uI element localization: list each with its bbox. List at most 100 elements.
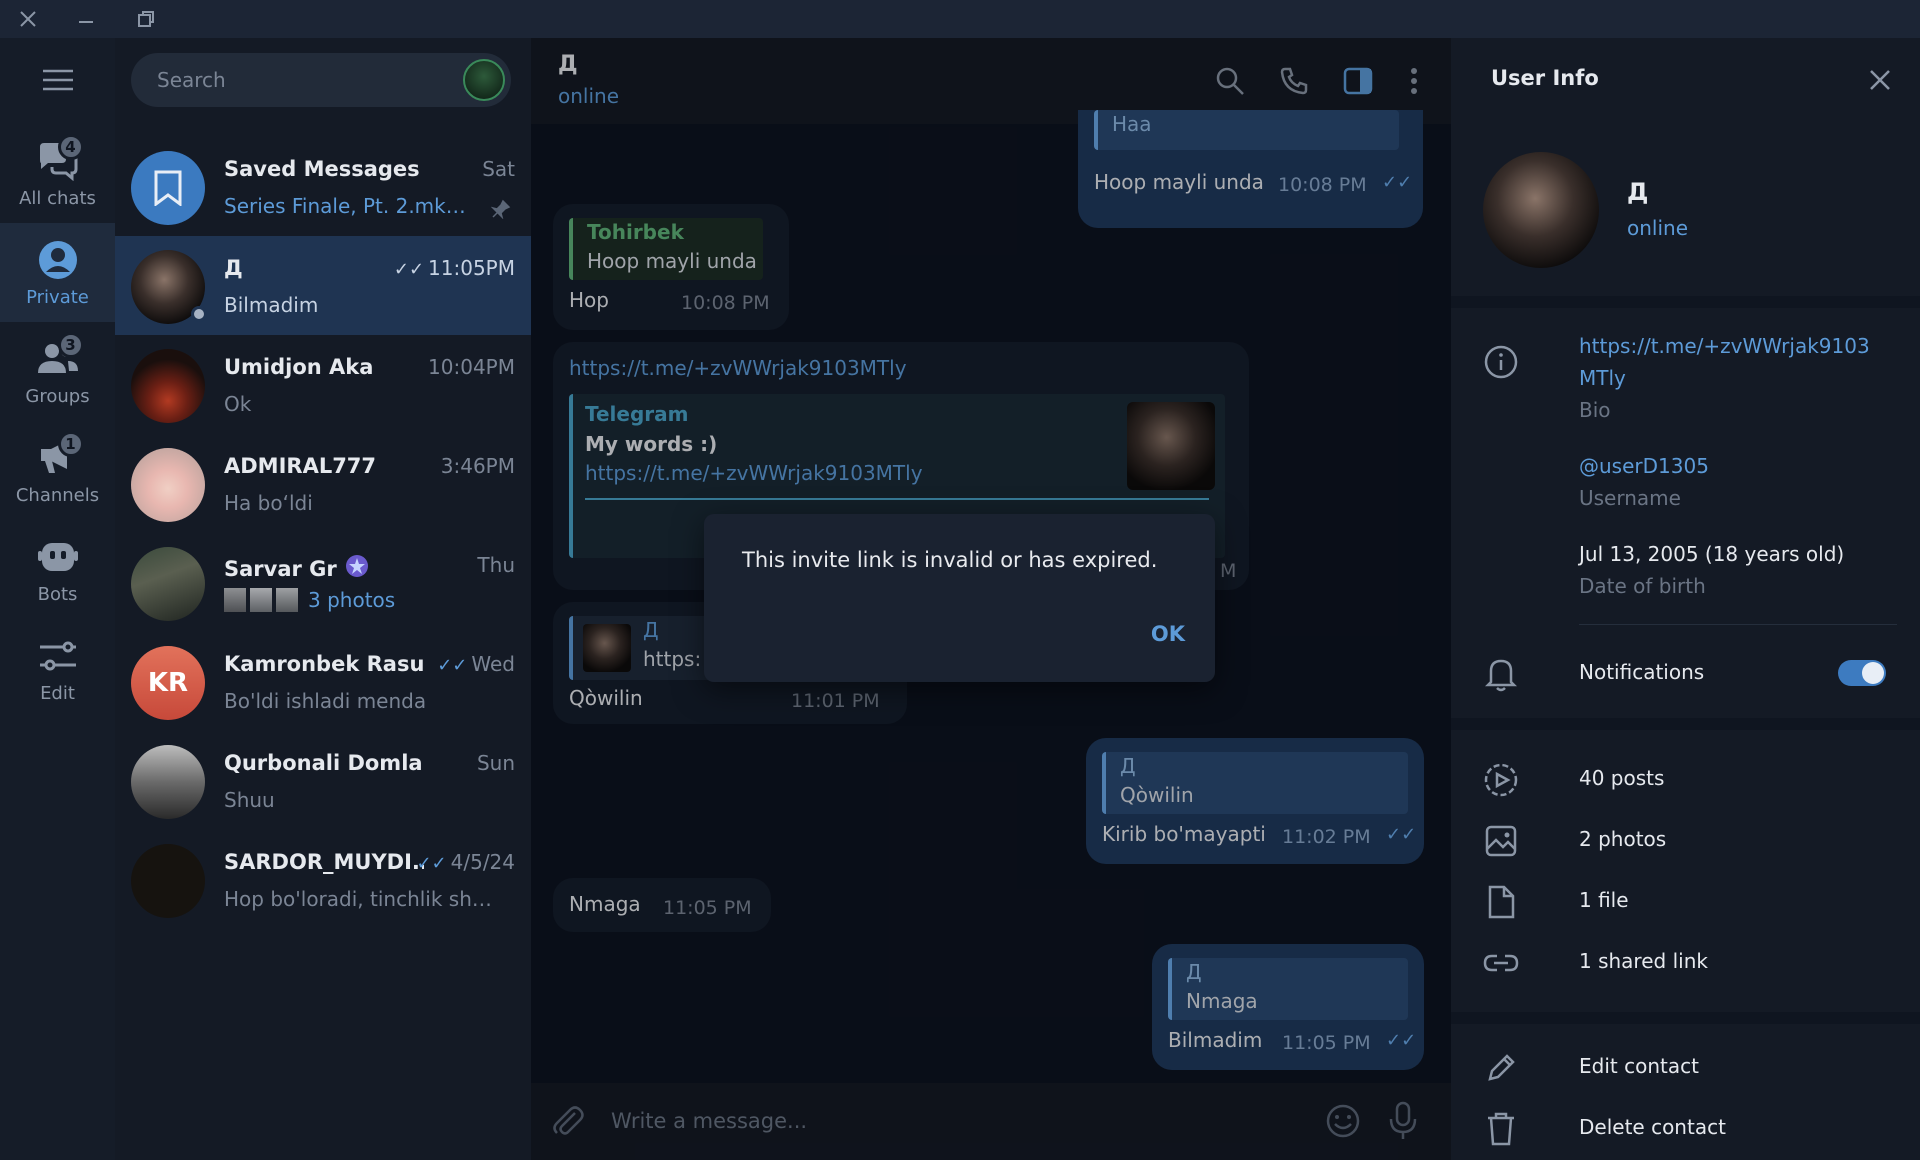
folder-edit[interactable]: Edit xyxy=(0,619,115,718)
chat-row-admiral777[interactable]: ADMIRAL777 3:46PM Ha bo‘ldi xyxy=(115,434,531,533)
folder-all-chats[interactable]: 4 All chats xyxy=(0,124,115,223)
photo-thumb xyxy=(276,588,298,612)
chat-name: Umidjon Aka xyxy=(224,355,374,379)
error-dialog: This invite link is invalid or has expir… xyxy=(704,514,1215,682)
close-window-button[interactable] xyxy=(0,0,56,38)
restore-window-button[interactable] xyxy=(118,0,174,38)
chat-row-d[interactable]: Д ✓✓ 11:05PM Bilmadim xyxy=(115,236,531,335)
files-count: 1 file xyxy=(1579,888,1629,912)
main-menu-button[interactable] xyxy=(0,38,115,122)
profile-status: online xyxy=(1627,216,1689,240)
double-check-icon: ✓✓ xyxy=(393,259,425,280)
unread-badge: 1 xyxy=(57,431,84,457)
chat-row-sardor[interactable]: SARDOR_MUYDI... ✓✓ 4/5/24 Hop bo'loradi, … xyxy=(115,830,531,929)
birthday-label: Date of birth xyxy=(1579,574,1706,598)
chat-row-sarvar-gr[interactable]: Sarvar Gr Thu 3 photos xyxy=(115,533,531,632)
chat-name: Kamronbek Rasul... xyxy=(224,652,424,676)
minimize-icon xyxy=(79,21,93,23)
folder-label: Groups xyxy=(25,386,90,407)
chat-time: Sun xyxy=(476,751,515,775)
photo-thumb xyxy=(250,588,272,612)
chat-row-qurbonali-domla[interactable]: Qurbonali Domla Sun Shuu xyxy=(115,731,531,830)
folder-label: Private xyxy=(26,287,89,308)
divider xyxy=(1451,718,1920,730)
chat-preview: Hop bo'loradi, tinchlik sheki... xyxy=(224,887,504,911)
chat-row-kamronbek[interactable]: KR Kamronbek Rasul... ✓✓Wed Bo'ldi ishla… xyxy=(115,632,531,731)
unread-badge: 4 xyxy=(57,134,84,160)
chat-list: Saved Messages Sat Series Finale, Pt. 2.… xyxy=(115,38,531,1160)
delete-contact-label: Delete contact xyxy=(1579,1115,1726,1139)
bio-row[interactable]: https://t.me/+zvWWrjak9103 MTly Bio xyxy=(1451,330,1920,430)
unread-badge: 3 xyxy=(57,332,84,358)
bookmark-icon xyxy=(154,170,182,206)
edit-contact-button[interactable]: Edit contact xyxy=(1451,1038,1920,1098)
folder-bots[interactable]: Bots xyxy=(0,520,115,619)
file-icon xyxy=(1488,885,1515,919)
links-row[interactable]: 1 shared link xyxy=(1451,933,1920,993)
title-bar xyxy=(0,0,1920,38)
birthday-value: Jul 13, 2005 (18 years old) xyxy=(1579,542,1845,566)
divider xyxy=(1579,624,1897,625)
ok-button[interactable]: OK xyxy=(1151,622,1185,646)
birthday-row[interactable]: Jul 13, 2005 (18 years old) Date of birt… xyxy=(1451,538,1920,608)
username-value[interactable]: @userD1305 xyxy=(1579,454,1709,478)
avatar xyxy=(131,547,205,621)
files-row[interactable]: 1 file xyxy=(1451,872,1920,932)
username-row[interactable]: @userD1305 Username xyxy=(1451,450,1920,520)
chat-preview: Ok xyxy=(224,392,252,416)
close-info-button[interactable] xyxy=(1864,64,1896,96)
close-icon xyxy=(1870,70,1890,90)
avatar xyxy=(131,349,205,423)
folder-label: Edit xyxy=(40,683,75,704)
image-icon xyxy=(1485,825,1517,857)
photos-row[interactable]: 2 photos xyxy=(1451,811,1920,871)
chat-time: 3:46PM xyxy=(440,454,515,478)
bot-icon xyxy=(37,543,78,571)
notifications-row[interactable]: Notifications xyxy=(1451,644,1920,704)
avatar xyxy=(131,844,205,918)
posts-row[interactable]: 40 posts xyxy=(1451,750,1920,810)
search-input[interactable] xyxy=(131,53,451,107)
notifications-toggle[interactable] xyxy=(1838,660,1886,686)
chat-name: Sarvar Gr xyxy=(224,553,370,581)
folder-private[interactable]: Private xyxy=(0,223,115,322)
folder-label: Bots xyxy=(37,584,78,605)
chat-preview: Bilmadim xyxy=(224,293,319,317)
sliders-icon xyxy=(39,641,76,671)
posts-count: 40 posts xyxy=(1579,766,1665,790)
bio-link[interactable]: https://t.me/+zvWWrjak9103 xyxy=(1579,334,1870,358)
minimize-window-button[interactable] xyxy=(58,0,114,38)
chat-preview: Ha bo‘ldi xyxy=(224,491,313,515)
chat-time: ✓✓ Wed xyxy=(437,652,515,676)
folder-groups[interactable]: 3 Groups xyxy=(0,322,115,421)
bio-link-continued[interactable]: MTly xyxy=(1579,366,1626,390)
info-icon xyxy=(1484,345,1518,379)
premium-star-icon xyxy=(346,555,369,577)
trash-icon xyxy=(1488,1112,1514,1146)
chat-time: Sat xyxy=(482,157,515,181)
avatar xyxy=(131,745,205,819)
chat-time: 10:04PM xyxy=(428,355,515,379)
profile-avatar[interactable] xyxy=(1483,152,1599,268)
avatar: KR xyxy=(131,646,205,720)
chat-preview: 3 photos xyxy=(224,588,504,612)
photo-thumb xyxy=(224,588,246,612)
chat-row-umidjon-aka[interactable]: Umidjon Aka 10:04PM Ok xyxy=(115,335,531,434)
info-header: User Info xyxy=(1451,38,1920,124)
info-title: User Info xyxy=(1491,66,1599,90)
profile-name: Д xyxy=(1627,178,1649,206)
search-bar xyxy=(131,53,511,107)
chat-preview: Bo'ldi ishladi menda xyxy=(224,689,427,713)
hamburger-icon xyxy=(42,69,73,91)
restore-icon xyxy=(138,11,154,27)
online-indicator xyxy=(191,306,207,322)
delete-contact-button[interactable]: Delete contact xyxy=(1451,1099,1920,1159)
double-check-icon: ✓✓ xyxy=(437,655,468,676)
chat-time: ✓✓ 4/5/24 xyxy=(416,850,515,874)
chat-row-saved-messages[interactable]: Saved Messages Sat Series Finale, Pt. 2.… xyxy=(115,137,531,236)
chat-preview: Shuu xyxy=(224,788,275,812)
folder-channels[interactable]: 1 Channels xyxy=(0,421,115,520)
story-avatar[interactable] xyxy=(463,59,505,101)
avatar xyxy=(131,151,205,225)
pin-icon xyxy=(491,199,511,219)
